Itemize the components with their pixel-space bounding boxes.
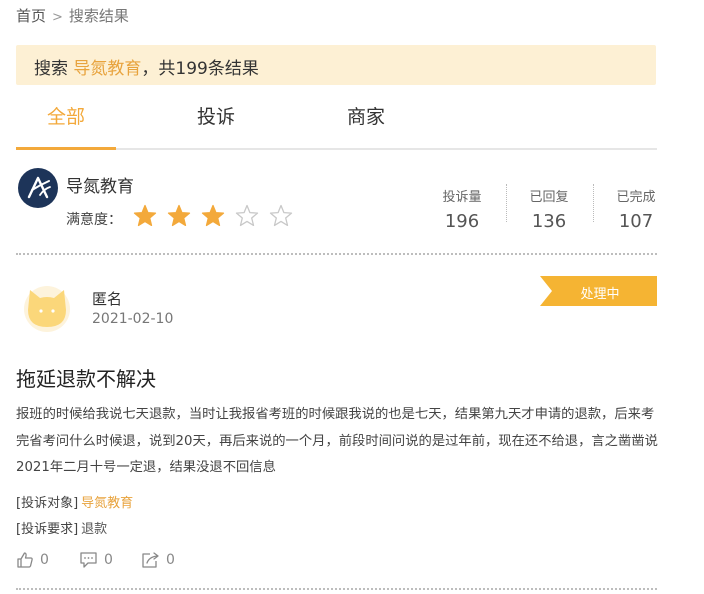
complaint-title[interactable]: 拖延退款不解决: [16, 363, 156, 392]
satisfaction-label: 满意度：: [66, 212, 122, 228]
complaint-date: 2021-02-10: [92, 311, 174, 327]
stat-completed-value: 107: [618, 211, 654, 232]
complaint-request: [投诉要求] 退款: [16, 518, 107, 537]
complaint-target-link[interactable]: 导氮教育: [81, 496, 133, 511]
complaint-target: [投诉对象] 导氮教育: [16, 492, 133, 511]
tab-complaints[interactable]: 投诉: [166, 102, 266, 129]
section-divider: [16, 253, 657, 255]
thumbs-up-icon: [17, 552, 33, 568]
tab-merchants[interactable]: 商家: [316, 102, 416, 129]
star-empty-icon: [235, 204, 259, 227]
comment-icon: [80, 552, 97, 568]
merchant-name[interactable]: 导氮教育: [66, 172, 134, 197]
merchant-logo[interactable]: [18, 168, 58, 208]
complaint-target-label: [投诉对象]: [16, 496, 79, 511]
comment-button[interactable]: 0: [79, 549, 113, 571]
search-summary-banner: 搜索 导氮教育，共199条结果: [16, 45, 656, 85]
star-empty-icon: [269, 204, 293, 227]
breadcrumb: 首页 > 搜索结果: [16, 5, 129, 26]
stat-complaints-label: 投诉量: [442, 190, 482, 205]
merchant-logo-mark: [27, 176, 51, 199]
status-badge-label: 处理中: [580, 287, 620, 302]
section-divider: [16, 588, 657, 590]
stat-replied: 已回复 136: [509, 186, 589, 232]
share-button[interactable]: 0: [141, 549, 175, 571]
avatar: [22, 282, 72, 332]
stat-complaints: 投诉量 196: [422, 186, 502, 232]
search-prefix: 搜索: [34, 59, 68, 79]
stat-replied-value: 136: [531, 211, 567, 232]
share-count: 0: [166, 552, 175, 568]
complainant-name: 匿名: [92, 290, 123, 308]
search-summary-text: 搜索 导氮教育，共199条结果: [34, 54, 259, 79]
like-button[interactable]: 0: [16, 549, 49, 571]
anonymous-cat-avatar-icon: [24, 286, 70, 332]
tab-all[interactable]: 全部: [16, 102, 116, 129]
star-filled-icon: [133, 204, 157, 227]
breadcrumb-current: 搜索结果: [68, 7, 129, 25]
breadcrumb-home-link[interactable]: 首页: [16, 7, 46, 25]
complaint-request-value: 退款: [81, 522, 108, 537]
result-tabs: 全部 投诉 商家: [16, 96, 657, 150]
like-count: 0: [40, 552, 49, 568]
comment-count: 0: [104, 552, 113, 568]
search-keyword: 导氮教育: [73, 59, 142, 79]
star-filled-icon: [167, 204, 191, 227]
stat-divider: [593, 184, 594, 222]
active-tab-indicator: [16, 147, 116, 150]
share-icon: [142, 552, 159, 568]
stat-completed: 已完成 107: [596, 186, 676, 232]
complaint-request-label: [投诉要求]: [16, 522, 79, 537]
stat-completed-label: 已完成: [616, 190, 656, 205]
search-result-count: ，共199条结果: [141, 59, 259, 79]
breadcrumb-separator: >: [52, 10, 63, 25]
stat-divider: [506, 184, 507, 222]
stat-complaints-value: 196: [444, 211, 480, 232]
star-filled-icon: [201, 204, 225, 227]
complaint-body: 报班的时候给我说七天退款，当时让我报省考班的时候跟我说的也是七天，结果第九天才申…: [16, 407, 658, 475]
stat-replied-label: 已回复: [529, 190, 569, 205]
